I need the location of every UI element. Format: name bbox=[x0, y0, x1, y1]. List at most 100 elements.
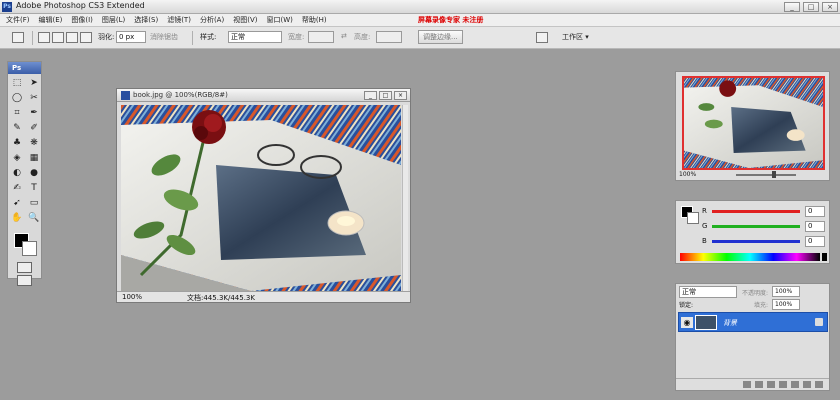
document-maximize-button[interactable]: □ bbox=[379, 91, 392, 100]
intersect-selection-icon[interactable] bbox=[80, 32, 92, 43]
workspace-menu[interactable]: 工作区 ▾ bbox=[562, 32, 589, 42]
pen-tool-icon[interactable]: ✍ bbox=[10, 182, 24, 195]
navigator-zoom-slider[interactable] bbox=[736, 174, 796, 176]
link-layers-icon[interactable] bbox=[743, 381, 751, 388]
color-spectrum-ramp[interactable] bbox=[680, 253, 820, 261]
zoom-tool-icon[interactable]: 🔍 bbox=[27, 212, 41, 225]
menu-file[interactable]: 文件(F) bbox=[6, 15, 30, 25]
spectrum-black-swatch[interactable] bbox=[822, 253, 827, 261]
healing-brush-tool-icon[interactable]: ✎ bbox=[10, 122, 24, 135]
brush-tool-icon[interactable]: ✐ bbox=[27, 122, 41, 135]
layer-style-icon[interactable] bbox=[755, 381, 763, 388]
green-slider[interactable] bbox=[712, 225, 800, 228]
navigator-zoom-value[interactable]: 100% bbox=[679, 171, 696, 178]
lasso-tool-icon[interactable]: ◯ bbox=[10, 92, 24, 105]
menu-analysis[interactable]: 分析(A) bbox=[200, 15, 224, 25]
document-title-bar[interactable]: book.jpg @ 100%(RGB/8#) _ □ × bbox=[117, 89, 410, 102]
background-color-swatch[interactable] bbox=[22, 241, 37, 256]
height-label: 高度: bbox=[354, 33, 371, 41]
maximize-button[interactable]: □ bbox=[803, 2, 819, 12]
blur-tool-icon[interactable]: ◐ bbox=[10, 167, 24, 180]
trash-icon[interactable] bbox=[815, 381, 823, 388]
clone-stamp-tool-icon[interactable]: ♣ bbox=[10, 137, 24, 150]
green-input[interactable]: 0 bbox=[805, 221, 825, 232]
document-vertical-scrollbar[interactable] bbox=[402, 105, 408, 291]
crop-tool-icon[interactable]: ⌗ bbox=[10, 107, 24, 120]
swap-icon[interactable]: ⇄ bbox=[341, 32, 347, 40]
hand-tool-icon[interactable]: ✋ bbox=[10, 212, 24, 225]
marquee-preset-icon[interactable] bbox=[12, 32, 24, 43]
green-label: G bbox=[702, 222, 708, 230]
type-tool-icon[interactable]: T bbox=[27, 182, 41, 195]
opacity-input[interactable]: 100% bbox=[772, 286, 800, 297]
toolbox-header[interactable]: Ps bbox=[8, 62, 41, 74]
layer-mask-icon[interactable] bbox=[767, 381, 775, 388]
red-slider-row: R 0 bbox=[702, 206, 827, 218]
height-input[interactable] bbox=[376, 31, 402, 43]
gradient-tool-icon[interactable]: ▦ bbox=[27, 152, 41, 165]
image-canvas[interactable] bbox=[121, 105, 401, 291]
dodge-tool-icon[interactable]: ● bbox=[27, 167, 41, 180]
minimize-button[interactable]: _ bbox=[784, 2, 800, 12]
red-input[interactable]: 0 bbox=[805, 206, 825, 217]
shape-tool-icon[interactable]: ▭ bbox=[27, 197, 41, 210]
layer-thumbnail bbox=[695, 315, 717, 330]
menu-help[interactable]: 帮助(H) bbox=[302, 15, 327, 25]
layer-name: 背景 bbox=[723, 319, 737, 327]
move-tool-icon[interactable]: ➤ bbox=[27, 77, 41, 90]
fill-input[interactable]: 100% bbox=[772, 299, 800, 310]
blend-mode-select[interactable]: 正常 bbox=[679, 286, 737, 298]
menu-view[interactable]: 视图(V) bbox=[233, 15, 257, 25]
close-button[interactable]: × bbox=[822, 2, 838, 12]
blue-slider[interactable] bbox=[712, 240, 800, 243]
style-select[interactable]: 正常 bbox=[228, 31, 282, 43]
menu-edit[interactable]: 编辑(E) bbox=[39, 15, 63, 25]
navigator-thumbnail[interactable] bbox=[682, 76, 825, 170]
visibility-eye-icon[interactable]: ◉ bbox=[681, 317, 693, 328]
color-swatches bbox=[10, 232, 39, 258]
palette-well-icon[interactable] bbox=[536, 32, 548, 43]
navigator-zoom-bar: 100% bbox=[676, 170, 829, 180]
menu-layer[interactable]: 图层(L) bbox=[102, 15, 125, 25]
magic-wand-tool-icon[interactable]: ✂ bbox=[27, 92, 41, 105]
document-status-bar: 100% 文档:445.3K/445.3K bbox=[117, 291, 410, 302]
menu-select[interactable]: 选择(S) bbox=[134, 15, 158, 25]
navigator-zoom-handle[interactable] bbox=[772, 171, 776, 178]
divider bbox=[192, 31, 193, 45]
tool-grid: ⬚ ➤ ◯ ✂ ⌗ ✒ ✎ ✐ ♣ ❋ ◈ ▦ ◐ ● ✍ T ➹ ▭ ✋ 🔍 bbox=[8, 74, 41, 228]
layer-row-background[interactable]: ◉ 背景 bbox=[678, 312, 828, 332]
antialias-checkbox[interactable]: 消除锯齿 bbox=[150, 32, 178, 42]
document-size-info[interactable]: 文档:445.3K/445.3K bbox=[187, 293, 255, 303]
eraser-tool-icon[interactable]: ◈ bbox=[10, 152, 24, 165]
document-window-controls: _ □ × bbox=[364, 91, 407, 100]
menu-image[interactable]: 图像(I) bbox=[71, 15, 93, 25]
menu-filter[interactable]: 滤镜(T) bbox=[167, 15, 191, 25]
screen-mode-icon[interactable] bbox=[17, 275, 32, 286]
path-select-tool-icon[interactable]: ➹ bbox=[10, 197, 24, 210]
marquee-tool-icon[interactable]: ⬚ bbox=[10, 77, 24, 90]
green-slider-row: G 0 bbox=[702, 221, 827, 233]
new-selection-icon[interactable] bbox=[38, 32, 50, 43]
history-brush-tool-icon[interactable]: ❋ bbox=[27, 137, 41, 150]
add-selection-icon[interactable] bbox=[52, 32, 64, 43]
document-minimize-button[interactable]: _ bbox=[364, 91, 377, 100]
width-input[interactable] bbox=[308, 31, 334, 43]
adjustment-layer-icon[interactable] bbox=[779, 381, 787, 388]
group-icon[interactable] bbox=[791, 381, 799, 388]
document-zoom-level[interactable]: 100% bbox=[122, 293, 142, 301]
document-close-button[interactable]: × bbox=[394, 91, 407, 100]
blue-input[interactable]: 0 bbox=[805, 236, 825, 247]
layers-footer bbox=[676, 378, 829, 390]
subtract-selection-icon[interactable] bbox=[66, 32, 78, 43]
new-layer-icon[interactable] bbox=[803, 381, 811, 388]
recorder-watermark: 屏幕录像专家 未注册 bbox=[418, 16, 484, 24]
slice-tool-icon[interactable]: ✒ bbox=[27, 107, 41, 120]
red-slider[interactable] bbox=[712, 210, 800, 213]
quick-mask-icon[interactable] bbox=[17, 262, 32, 273]
photoshop-app-icon: Ps bbox=[2, 2, 12, 12]
panel-background-swatch[interactable] bbox=[687, 212, 699, 224]
feather-input[interactable]: 0 px bbox=[116, 31, 146, 43]
navigator-preview bbox=[684, 78, 823, 168]
refine-edge-button[interactable]: 调整边缘... bbox=[418, 30, 463, 44]
menu-window[interactable]: 窗口(W) bbox=[266, 15, 292, 25]
